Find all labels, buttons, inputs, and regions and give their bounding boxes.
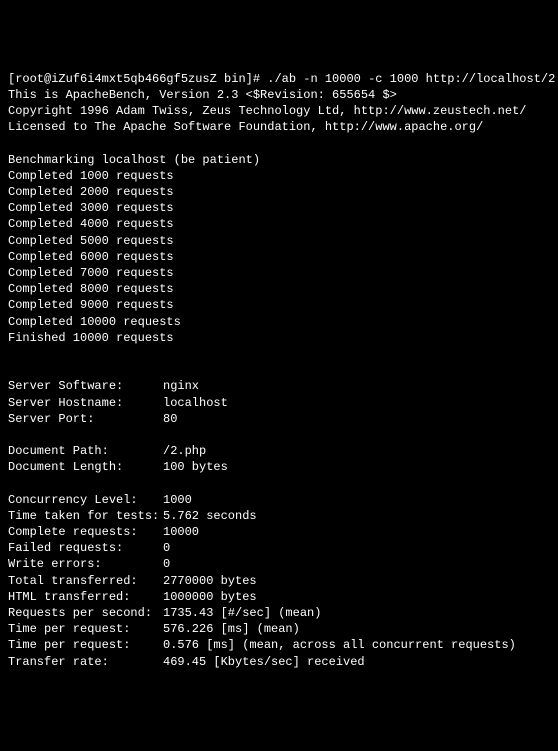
html-transferred-label: HTML transferred: bbox=[8, 589, 163, 605]
banner-line: This is ApacheBench, Version 2.3 <$Revis… bbox=[8, 88, 397, 102]
document-path-row: Document Path:/2.php bbox=[8, 443, 550, 459]
time-per-request-label: Time per request: bbox=[8, 621, 163, 637]
terminal-output: [root@iZuf6i4mxt5qb466gf5zusZ bin]# ./ab… bbox=[8, 71, 550, 670]
server-software-value: nginx bbox=[163, 378, 199, 394]
html-transferred-row: HTML transferred:1000000 bytes bbox=[8, 589, 550, 605]
total-transferred-row: Total transferred:2770000 bytes bbox=[8, 573, 550, 589]
failed-requests-row: Failed requests:0 bbox=[8, 540, 550, 556]
progress-line: Completed 2000 requests bbox=[8, 185, 174, 199]
transfer-rate-row: Transfer rate:469.45 [Kbytes/sec] receiv… bbox=[8, 654, 550, 670]
concurrency-value: 1000 bbox=[163, 492, 192, 508]
progress-line: Finished 10000 requests bbox=[8, 331, 174, 345]
server-software-label: Server Software: bbox=[8, 378, 163, 394]
document-path-label: Document Path: bbox=[8, 443, 163, 459]
time-per-request-row: Time per request:576.226 [ms] (mean) bbox=[8, 621, 550, 637]
complete-requests-row: Complete requests:10000 bbox=[8, 524, 550, 540]
time-per-request-all-row: Time per request:0.576 [ms] (mean, acros… bbox=[8, 637, 550, 653]
transfer-rate-value: 469.45 [Kbytes/sec] received bbox=[163, 654, 365, 670]
shell-prompt: [root@iZuf6i4mxt5qb466gf5zusZ bin]# bbox=[8, 72, 267, 86]
requests-per-second-value: 1735.43 [#/sec] (mean) bbox=[163, 605, 321, 621]
requests-per-second-row: Requests per second:1735.43 [#/sec] (mea… bbox=[8, 605, 550, 621]
banner-line: Copyright 1996 Adam Twiss, Zeus Technolo… bbox=[8, 104, 526, 118]
failed-requests-label: Failed requests: bbox=[8, 540, 163, 556]
server-port-label: Server Port: bbox=[8, 411, 163, 427]
progress-line: Completed 9000 requests bbox=[8, 298, 174, 312]
time-per-request-all-value: 0.576 [ms] (mean, across all concurrent … bbox=[163, 637, 516, 653]
requests-per-second-label: Requests per second: bbox=[8, 605, 163, 621]
progress-line: Completed 4000 requests bbox=[8, 217, 174, 231]
progress-line: Completed 6000 requests bbox=[8, 250, 174, 264]
time-taken-value: 5.762 seconds bbox=[163, 508, 257, 524]
time-per-request-value: 576.226 [ms] (mean) bbox=[163, 621, 300, 637]
progress-line: Completed 3000 requests bbox=[8, 201, 174, 215]
html-transferred-value: 1000000 bytes bbox=[163, 589, 257, 605]
document-length-row: Document Length:100 bytes bbox=[8, 459, 550, 475]
command-typed: ./ab -n 10000 -c 1000 http://localhost/2… bbox=[267, 72, 558, 86]
transfer-rate-label: Transfer rate: bbox=[8, 654, 163, 670]
write-errors-label: Write errors: bbox=[8, 556, 163, 572]
progress-line: Completed 7000 requests bbox=[8, 266, 174, 280]
server-hostname-label: Server Hostname: bbox=[8, 395, 163, 411]
total-transferred-label: Total transferred: bbox=[8, 573, 163, 589]
banner-line: Licensed to The Apache Software Foundati… bbox=[8, 120, 483, 134]
write-errors-row: Write errors:0 bbox=[8, 556, 550, 572]
time-taken-label: Time taken for tests: bbox=[8, 508, 163, 524]
complete-requests-value: 10000 bbox=[163, 524, 199, 540]
document-length-value: 100 bytes bbox=[163, 459, 228, 475]
server-port-row: Server Port:80 bbox=[8, 411, 550, 427]
complete-requests-label: Complete requests: bbox=[8, 524, 163, 540]
progress-line: Completed 8000 requests bbox=[8, 282, 174, 296]
write-errors-value: 0 bbox=[163, 556, 170, 572]
server-hostname-row: Server Hostname:localhost bbox=[8, 395, 550, 411]
progress-line: Completed 5000 requests bbox=[8, 234, 174, 248]
time-taken-row: Time taken for tests:5.762 seconds bbox=[8, 508, 550, 524]
benchmark-line: Benchmarking localhost (be patient) bbox=[8, 153, 260, 167]
time-per-request-all-label: Time per request: bbox=[8, 637, 163, 653]
progress-line: Completed 1000 requests bbox=[8, 169, 174, 183]
server-port-value: 80 bbox=[163, 411, 177, 427]
total-transferred-value: 2770000 bytes bbox=[163, 573, 257, 589]
concurrency-row: Concurrency Level:1000 bbox=[8, 492, 550, 508]
document-path-value: /2.php bbox=[163, 443, 206, 459]
document-length-label: Document Length: bbox=[8, 459, 163, 475]
server-software-row: Server Software:nginx bbox=[8, 378, 550, 394]
failed-requests-value: 0 bbox=[163, 540, 170, 556]
progress-line: Completed 10000 requests bbox=[8, 315, 181, 329]
concurrency-label: Concurrency Level: bbox=[8, 492, 163, 508]
server-hostname-value: localhost bbox=[163, 395, 228, 411]
